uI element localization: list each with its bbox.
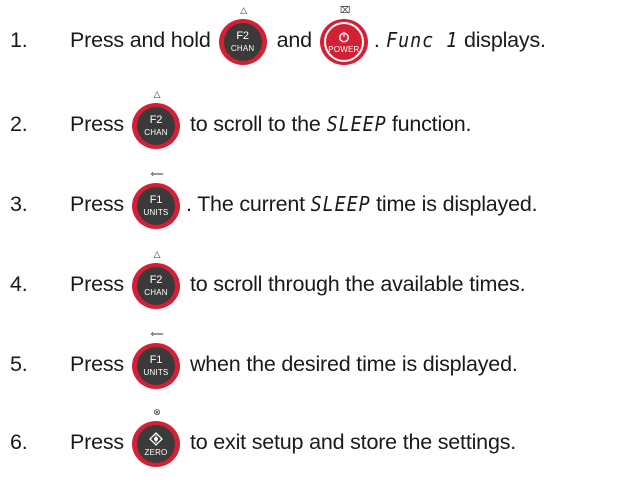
display-readout: Func 1 [385,28,458,52]
zero-icon [149,431,163,446]
enter-arrow-icon: ⟸ [150,169,164,179]
step-number: 4. [10,271,28,296]
step-number: 6. [10,429,28,454]
step-number: 5. [10,351,28,376]
step-3: 3. Press ⟸ F1 UNITS . The current SLEEP … [0,170,538,230]
step-6: 6. Press ⊗ ZERO to exit setup and store … [0,408,517,468]
step-5: 5. Press ⟸ F1 UNITS when the desired tim… [0,330,518,390]
button-label: F2 [236,30,249,42]
button-sublabel: CHAN [230,44,255,53]
step-text: Press [70,191,124,216]
up-arrow-icon: △ [240,5,247,15]
step-text: Press [70,271,124,296]
step-text: Press [70,429,124,454]
step-2: 2. Press △ F2 CHAN to scroll to the SLEE… [0,90,472,150]
step-text: Press [70,111,124,136]
button-label: F1 [149,194,163,206]
f1-units-button: ⟸ F1 UNITS [131,330,182,389]
step-text: to scroll through the available times. [189,271,526,296]
step-text: and [276,27,312,52]
f2-chan-button: △ F2 CHAN [131,250,182,309]
step-number: 1. [10,27,28,52]
button-sublabel: ZERO [144,447,168,457]
button-label: F2 [149,114,163,126]
button-sublabel: UNITS [143,368,169,377]
up-arrow-icon: △ [153,249,161,259]
button-sublabel: POWER [328,44,360,54]
step-4: 4. Press △ F2 CHAN to scroll through the… [0,250,526,310]
step-text: to exit setup and store the settings. [189,429,517,454]
f1-units-button: ⟸ F1 UNITS [131,170,182,229]
zero-mark-icon: ⊗ [153,407,161,417]
power-button: ⌧ POWER [319,6,370,65]
up-arrow-icon: △ [153,89,161,99]
button-sublabel: CHAN [144,288,168,297]
button-sublabel: CHAN [144,128,168,137]
step-text: . The current [185,191,305,216]
button-sublabel: UNITS [143,208,169,217]
button-label: F2 [149,274,163,286]
step-1: 1. Press and hold △ F2 CHAN and ⌧ POWER [0,6,546,66]
button-label: F1 [149,354,163,366]
step-text: function. [391,111,472,136]
display-readout: SLEEP [326,112,387,136]
step-text: time is displayed. [376,191,538,216]
enter-arrow-icon: ⟸ [150,329,164,339]
f2-chan-button: △ F2 CHAN [131,90,182,149]
display-readout: SLEEP [310,192,371,216]
step-number: 2. [10,111,28,136]
zero-button: ⊗ ZERO [131,408,182,467]
cancel-icon: ⌧ [339,5,350,15]
power-icon [338,31,349,42]
step-text: displays. [463,27,546,52]
instruction-steps: 1. Press and hold △ F2 CHAN and ⌧ POWER [0,0,637,482]
step-number: 3. [10,191,28,216]
step-text: Press and hold [70,27,211,52]
step-text: when the desired time is displayed. [189,351,518,376]
step-text: . [373,27,380,52]
f2-chan-button: △ F2 CHAN [218,6,269,65]
step-text: Press [70,351,124,376]
step-text: to scroll to the [189,111,321,136]
